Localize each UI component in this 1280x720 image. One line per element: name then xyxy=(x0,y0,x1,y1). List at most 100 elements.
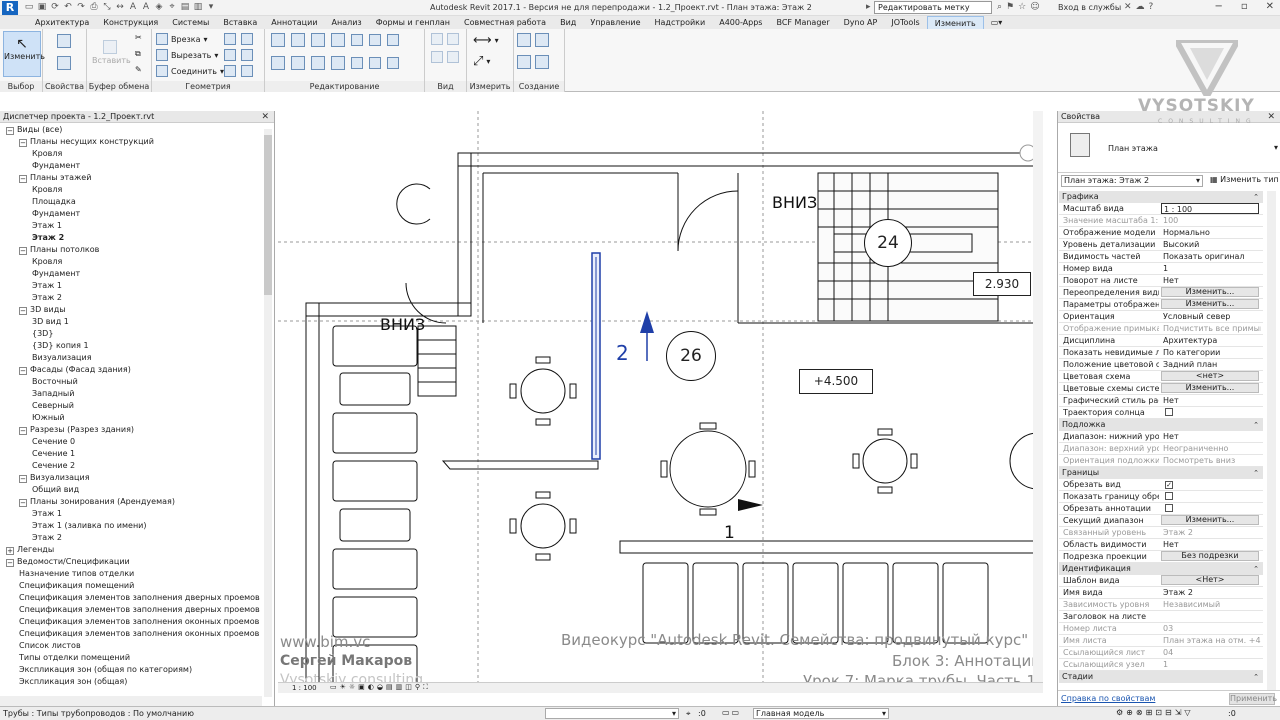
collapse-icon[interactable]: − xyxy=(19,247,27,255)
linework-icon[interactable] xyxy=(431,51,443,63)
close-icon[interactable]: ✕ xyxy=(1267,111,1275,123)
property-value[interactable]: Независимый xyxy=(1161,599,1261,610)
floor-plan-drawing[interactable] xyxy=(278,111,1043,693)
browser-node[interactable]: Спецификация помещений xyxy=(19,580,134,592)
ribbon-tab[interactable]: Конструкция xyxy=(96,16,165,29)
print-icon[interactable]: ⎙ xyxy=(89,2,99,13)
property-section-header[interactable]: Границы ⌃ xyxy=(1059,467,1263,479)
pin-icon[interactable] xyxy=(387,34,399,46)
browser-horizontal-scrollbar[interactable] xyxy=(0,696,262,706)
property-edit-button[interactable]: Изменить... xyxy=(1161,287,1259,297)
collapse-icon[interactable]: ⌃ xyxy=(1253,191,1259,203)
browser-node[interactable]: − Планы несущих конструкций xyxy=(19,136,154,148)
browser-node[interactable]: {3D} xyxy=(32,328,53,340)
property-value[interactable]: 04 xyxy=(1161,647,1261,658)
browser-vertical-scrollbar[interactable] xyxy=(264,129,272,697)
collapse-icon[interactable]: − xyxy=(6,127,14,135)
ribbon-tab[interactable]: Вставка xyxy=(216,16,264,29)
property-value[interactable]: Задний план xyxy=(1161,359,1261,370)
browser-node[interactable]: {3D} копия 1 xyxy=(32,340,89,352)
copy-clip-button[interactable]: ⧉ xyxy=(135,49,141,59)
apply-button[interactable]: Применить xyxy=(1229,693,1277,705)
rotate-icon[interactable] xyxy=(311,56,325,70)
browser-node[interactable]: Спецификация элементов заполнения дверны… xyxy=(19,592,262,604)
collapse-icon[interactable]: − xyxy=(19,367,27,375)
property-edit-button[interactable]: Изменить... xyxy=(1161,299,1259,309)
browser-node[interactable]: − Визуализация xyxy=(19,472,90,484)
browser-node[interactable]: Северный xyxy=(32,400,74,412)
ribbon-tab[interactable]: Управление xyxy=(583,16,647,29)
view-scale-button[interactable]: 1 : 100 xyxy=(292,684,317,692)
hammer-icon[interactable] xyxy=(241,65,253,77)
copy-elem-icon[interactable] xyxy=(291,56,305,70)
array-icon[interactable] xyxy=(351,57,363,69)
collapse-icon[interactable]: ⌃ xyxy=(1253,563,1259,575)
browser-node[interactable]: Этаж 2 xyxy=(32,292,62,304)
minimize-icon[interactable]: − xyxy=(1214,1,1222,12)
browser-node[interactable]: Фундамент xyxy=(32,208,80,220)
delete-icon[interactable] xyxy=(387,57,399,69)
browser-node[interactable]: Спецификация элементов заполнения дверны… xyxy=(19,604,262,616)
favorites-icon[interactable]: ☆ xyxy=(1018,2,1026,12)
ribbon-minimize-icon[interactable]: ▭▾ xyxy=(984,16,1010,29)
property-edit-button[interactable]: Без подрезки xyxy=(1161,551,1259,561)
help-icon[interactable]: ? xyxy=(1149,2,1154,12)
hide-icon[interactable] xyxy=(431,33,443,45)
wall-joins-icon[interactable] xyxy=(224,33,236,45)
dimension-button[interactable]: ⤢ ▾ xyxy=(473,54,490,69)
property-value[interactable]: Нет xyxy=(1161,395,1261,406)
measure-icon[interactable]: ⤡ xyxy=(102,2,112,13)
property-value[interactable]: Этаж 2 xyxy=(1161,527,1261,538)
property-checkbox[interactable] xyxy=(1165,492,1173,500)
ribbon-tab[interactable]: Формы и генплан xyxy=(369,16,457,29)
dimension-value[interactable]: 2.930 xyxy=(973,272,1031,296)
browser-node[interactable]: Спецификация элементов заполнения оконны… xyxy=(19,628,262,640)
property-value[interactable]: Нет xyxy=(1161,539,1261,550)
browser-node[interactable]: − Фасады (Фасад здания) xyxy=(19,364,131,376)
qat-dropdown-icon[interactable]: ▾ xyxy=(206,2,216,13)
save-icon[interactable]: ▣ xyxy=(37,2,47,13)
property-checkbox[interactable] xyxy=(1165,504,1173,512)
switch-windows-icon[interactable]: ▥ xyxy=(193,2,203,13)
section-icon[interactable]: ⌖ xyxy=(167,2,177,13)
property-value[interactable]: План этажа на отм. +4.500 xyxy=(1161,635,1261,646)
browser-node[interactable]: + Легенды xyxy=(6,544,54,556)
browser-node[interactable]: −3D виды xyxy=(19,304,66,316)
property-checkbox[interactable] xyxy=(1165,408,1173,416)
browser-node[interactable]: − Виды (все) xyxy=(6,124,62,136)
collapse-icon[interactable]: ⌃ xyxy=(1253,671,1259,683)
pipe-tag-label[interactable]: 2 xyxy=(616,341,629,365)
offset-icon[interactable] xyxy=(291,33,305,47)
collapse-icon[interactable]: − xyxy=(6,559,14,567)
ribbon-tab[interactable]: Dyno AP xyxy=(837,16,885,29)
browser-node[interactable]: Общий вид xyxy=(32,484,79,496)
selection-filter-icons[interactable]: ⚙⊕⊗⊞⊡⊟⇲▽ xyxy=(1116,708,1194,717)
close-icon[interactable]: ✕ xyxy=(1266,1,1274,12)
undo-icon[interactable]: ↶ xyxy=(63,2,73,13)
maximize-icon[interactable]: ▫ xyxy=(1241,1,1248,12)
cut-geometry-button[interactable]: Вырезать ▾ xyxy=(156,49,218,61)
drawing-area[interactable]: ВНИЗ ВНИЗ 24 26 2 +4.500 2.930 1 www.bim… xyxy=(278,111,1043,693)
open-icon[interactable]: ▭ xyxy=(24,2,34,13)
properties-help-link[interactable]: Справка по свойствам xyxy=(1061,694,1155,703)
property-value[interactable]: Посмотреть вниз xyxy=(1161,455,1261,466)
demolish-icon[interactable] xyxy=(241,49,253,61)
subscription-icon[interactable]: ⚑ xyxy=(1006,2,1014,12)
room-tag-26[interactable]: 26 xyxy=(666,331,716,381)
browser-node[interactable]: Типы отделки помещений xyxy=(19,652,130,664)
browser-node[interactable]: − Планы потолков xyxy=(19,244,99,256)
mirror-axis-icon[interactable] xyxy=(311,33,325,47)
browser-node[interactable]: Список листов xyxy=(19,640,81,652)
status-icons-left[interactable]: ▭▭ xyxy=(722,708,741,717)
browser-node[interactable]: Этаж 2 xyxy=(32,232,64,244)
browser-node[interactable]: − Разрезы (Разрез здания) xyxy=(19,424,134,436)
create-assembly-icon[interactable] xyxy=(517,33,531,47)
browser-node[interactable]: Этаж 1 xyxy=(32,508,62,520)
property-value[interactable]: Подчистить все примык... xyxy=(1161,323,1261,334)
override-icon[interactable] xyxy=(447,33,459,45)
view-control-icons[interactable]: ▭☀☼▣◐◒▤▥◫⚲⛶ xyxy=(330,683,431,692)
property-input[interactable]: 1 : 100 xyxy=(1161,203,1259,214)
property-value[interactable]: 100 xyxy=(1161,215,1261,226)
property-value[interactable]: 1 xyxy=(1161,263,1261,274)
level-mark-tag[interactable]: +4.500 xyxy=(799,369,873,394)
